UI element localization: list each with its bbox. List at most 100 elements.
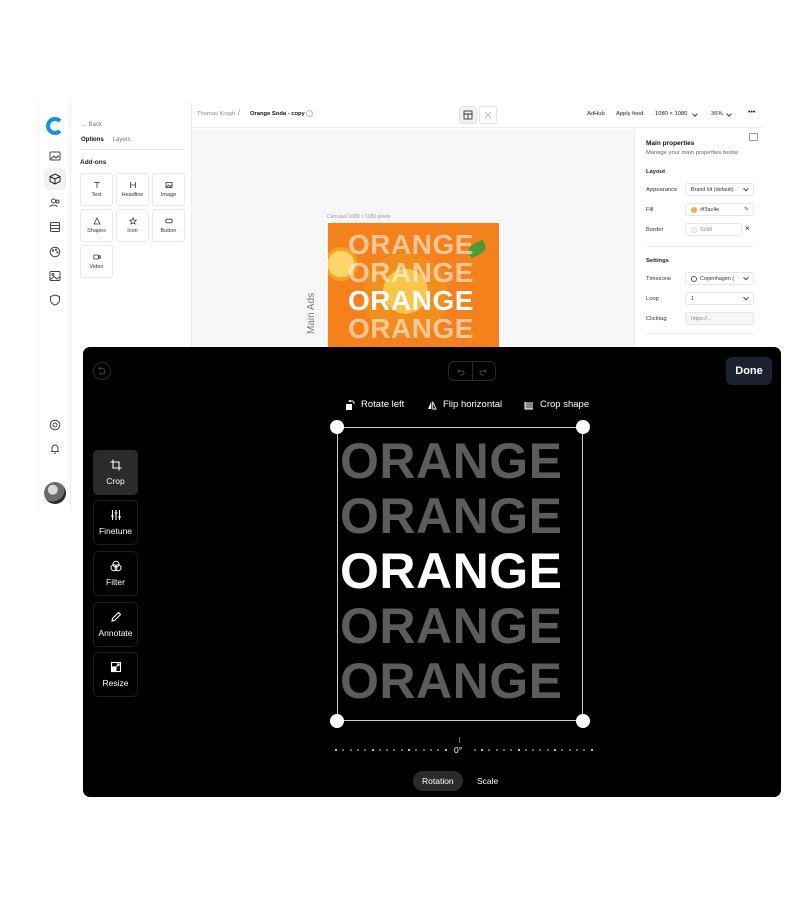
resize-tool-button[interactable]: Resize	[93, 652, 138, 697]
photo-icon[interactable]	[48, 269, 62, 283]
fill-color-field[interactable]: #f3ac4e ✎	[685, 203, 754, 216]
ruler-mark	[429, 749, 432, 751]
clicktag-placeholder: https://...	[691, 315, 712, 322]
annotate-tool-button[interactable]: Annotate	[93, 602, 138, 647]
reset-button[interactable]	[93, 362, 111, 380]
finetune-tool-button[interactable]: Finetune	[93, 500, 138, 545]
appearance-select[interactable]: Brand kit (default)	[685, 183, 754, 196]
loop-select[interactable]: 1	[685, 292, 754, 305]
crop-shape-label: Crop shape	[540, 399, 590, 410]
tool-label: Annotate	[98, 628, 133, 638]
avatar[interactable]	[44, 482, 66, 504]
rotation-ruler[interactable]: 0°	[333, 737, 593, 757]
crop-tool-button[interactable]: Crop	[93, 450, 138, 495]
addon-image[interactable]: Image	[152, 173, 185, 206]
image-word: ORANGE	[340, 488, 563, 544]
ruler-mark	[393, 749, 396, 751]
shapes-icon	[92, 217, 101, 225]
users-icon[interactable]	[48, 196, 62, 210]
tool-label: Finetune	[98, 526, 133, 536]
addon-button[interactable]: Button	[152, 209, 185, 242]
pencil-icon[interactable]: ✎	[744, 206, 749, 213]
filter-tool-button[interactable]: Filter	[93, 551, 138, 596]
layout-section-title: Layout	[646, 169, 666, 175]
redo-button[interactable]	[471, 362, 496, 380]
done-button[interactable]: Done	[726, 357, 772, 385]
addon-video[interactable]: Video	[80, 245, 113, 278]
expand-icon	[484, 111, 492, 119]
crop-handle-top-right[interactable]	[576, 420, 590, 434]
tab-options[interactable]: Options	[81, 137, 104, 143]
crop-icon	[110, 459, 121, 471]
more-menu-button[interactable]: •••	[748, 109, 755, 116]
ruler-mark	[575, 749, 578, 751]
palette-icon[interactable]	[48, 245, 62, 259]
crop-handle-bottom-left[interactable]	[330, 714, 344, 728]
ruler-mark	[568, 749, 571, 751]
crop-handle-bottom-right[interactable]	[576, 714, 590, 728]
close-icon[interactable]: ×	[745, 224, 750, 233]
ruler-mark	[473, 749, 476, 751]
ruler-mark	[422, 749, 425, 751]
logo-icon[interactable]	[46, 117, 64, 135]
undo-icon	[457, 368, 465, 375]
fill-swatch	[691, 206, 697, 213]
finetune-icon	[110, 510, 121, 520]
crop-handle-top-left[interactable]	[330, 420, 344, 434]
image-icon[interactable]	[48, 149, 62, 163]
image-word: ORANGE	[340, 433, 563, 489]
ad-preview[interactable]: ORANGE ORANGE ORANGE ORANGE	[328, 223, 499, 353]
flip-horizontal-icon	[428, 400, 437, 409]
editor-topbar: Thomas Kragh / Orange Soda - copy AdHub …	[192, 102, 762, 128]
shield-icon[interactable]	[48, 293, 62, 307]
rotate-left-button[interactable]: Rotate left	[345, 399, 404, 410]
crop-shape-button[interactable]: Crop shape	[524, 399, 589, 410]
rotation-mode-button[interactable]: Rotation	[413, 771, 463, 791]
adhub-link[interactable]: AdHub	[587, 111, 605, 117]
layout-toggle-button[interactable]	[459, 106, 477, 124]
crop-area[interactable]: ORANGE ORANGE ORANGE ORANGE ORANGE	[330, 420, 590, 728]
timezone-select[interactable]: Copenhagen (	[685, 272, 754, 285]
ruler-mark	[546, 749, 549, 751]
expand-toggle-button[interactable]	[479, 106, 497, 124]
undo-button[interactable]	[449, 362, 472, 380]
ad-word: ORANGE	[348, 257, 474, 288]
breadcrumb-file[interactable]: Orange Soda - copy	[250, 111, 305, 117]
tool-label: Resize	[102, 678, 129, 688]
addon-shapes[interactable]: Shapes	[80, 209, 113, 242]
apply-feed-link[interactable]: Apply feed	[616, 111, 643, 117]
panel-tabs: Options Layers	[81, 137, 131, 143]
image-word: ORANGE	[340, 598, 563, 654]
timezone-label: Timezone	[646, 276, 672, 282]
addon-label: Shapes	[87, 228, 106, 234]
ruler-mark	[495, 749, 498, 751]
flip-horizontal-button[interactable]: Flip horizontal	[427, 399, 502, 410]
addon-headline[interactable]: Headline	[116, 173, 149, 206]
ruler-mark	[488, 749, 491, 751]
image-editor-modal: Done Rotate left Flip horizontal Crop sh…	[83, 347, 781, 797]
back-link[interactable]: ← Back	[81, 122, 102, 128]
addon-text[interactable]: Text	[80, 173, 113, 206]
canvas-size-select[interactable]: 1080 × 1080	[655, 111, 687, 117]
ad-word-highlight: ORANGE	[348, 285, 474, 316]
ruler-mark	[590, 749, 593, 751]
ruler-mark	[400, 749, 403, 751]
ruler-mark	[342, 749, 345, 751]
appearance-value: Brand kit (default)	[691, 186, 734, 193]
database-icon[interactable]	[48, 220, 62, 234]
ruler-mark	[335, 749, 337, 751]
help-icon[interactable]	[48, 418, 62, 432]
scale-mode-button[interactable]: Scale	[468, 771, 507, 791]
clicktag-input[interactable]: https://...	[685, 312, 754, 325]
zoom-select[interactable]: 36%	[711, 111, 723, 117]
properties-subtitle: Manage your main properties below	[646, 150, 739, 156]
clock-icon	[691, 275, 697, 282]
cube-icon[interactable]	[44, 168, 66, 190]
addon-icon[interactable]: Icon	[116, 209, 149, 242]
panel-toggle-icon[interactable]	[749, 133, 758, 141]
tab-layers[interactable]: Layers	[113, 137, 131, 143]
breadcrumb-owner[interactable]: Thomas Kragh	[197, 111, 235, 117]
border-field[interactable]: Solid	[685, 223, 742, 236]
bell-icon[interactable]	[48, 442, 62, 456]
breadcrumb-separator: /	[238, 110, 240, 117]
